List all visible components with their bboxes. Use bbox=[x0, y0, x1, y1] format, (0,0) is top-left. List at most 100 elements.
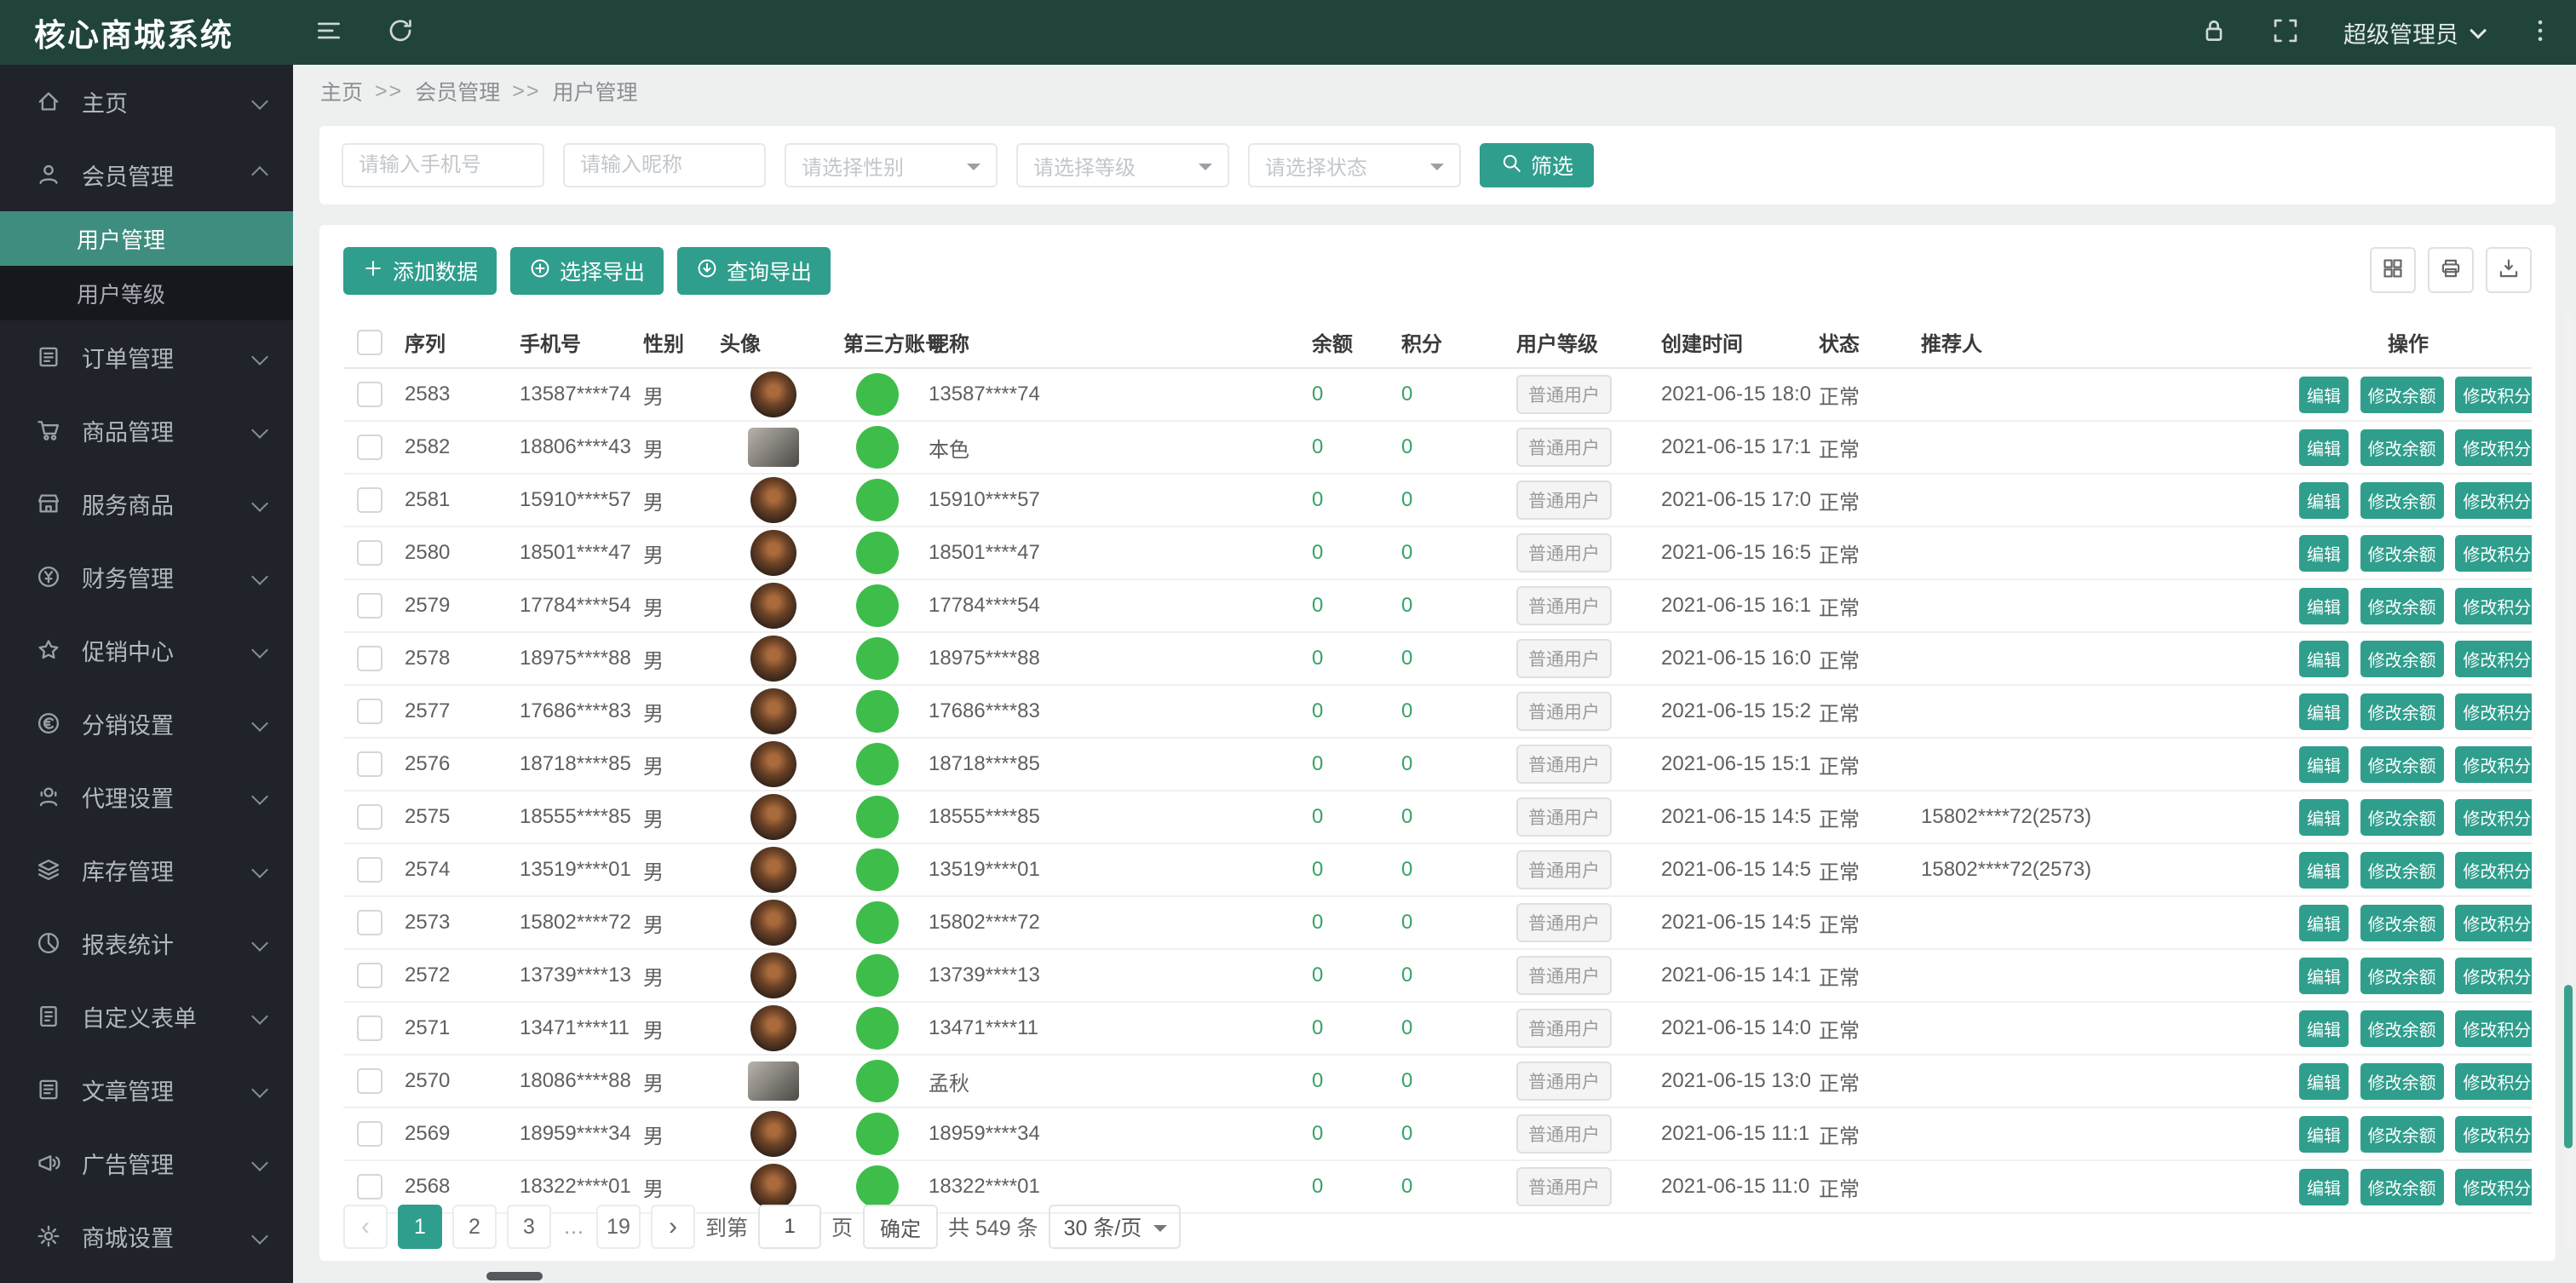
edit-balance-button[interactable]: 修改余额 bbox=[2360, 852, 2444, 889]
export-button[interactable] bbox=[2486, 247, 2532, 293]
row-checkbox[interactable] bbox=[357, 963, 382, 988]
edit-balance-button[interactable]: 修改余额 bbox=[2360, 958, 2444, 994]
more-button[interactable] bbox=[2504, 0, 2576, 65]
edit-points-button[interactable]: 修改积分 bbox=[2455, 1010, 2532, 1047]
edit-button[interactable]: 编辑 bbox=[2299, 1169, 2349, 1205]
sidebar-item-user-levels[interactable]: 用户等级 bbox=[0, 266, 293, 320]
admin-menu[interactable]: 超级管理员 bbox=[2321, 0, 2504, 65]
sidebar-item-finance[interactable]: 财务管理 bbox=[0, 540, 293, 613]
edit-points-button[interactable]: 修改积分 bbox=[2455, 958, 2532, 994]
edit-button[interactable]: 编辑 bbox=[2299, 377, 2349, 413]
sidebar-item-orders[interactable]: 订单管理 bbox=[0, 320, 293, 394]
page-button-2[interactable]: 2 bbox=[452, 1205, 497, 1249]
select-all-checkbox[interactable] bbox=[357, 330, 382, 355]
row-checkbox[interactable] bbox=[357, 382, 382, 407]
print-button[interactable] bbox=[2428, 247, 2474, 293]
edit-points-button[interactable]: 修改积分 bbox=[2455, 693, 2532, 730]
page-size-select[interactable]: 30 条/页 bbox=[1049, 1205, 1182, 1249]
vertical-scrollbar-thumb[interactable] bbox=[2564, 985, 2573, 1148]
row-checkbox[interactable] bbox=[357, 699, 382, 724]
status-select[interactable]: 请选择状态 bbox=[1248, 143, 1461, 187]
sidebar-item-custom-forms[interactable]: 自定义表单 bbox=[0, 980, 293, 1053]
row-checkbox[interactable] bbox=[357, 487, 382, 513]
sidebar-item-members[interactable]: 会员管理 bbox=[0, 138, 293, 211]
edit-points-button[interactable]: 修改积分 bbox=[2455, 641, 2532, 677]
edit-balance-button[interactable]: 修改余额 bbox=[2360, 1116, 2444, 1153]
edit-balance-button[interactable]: 修改余额 bbox=[2360, 1169, 2444, 1205]
edit-balance-button[interactable]: 修改余额 bbox=[2360, 799, 2444, 836]
sidebar-item-service-goods[interactable]: 服务商品 bbox=[0, 467, 293, 540]
edit-balance-button[interactable]: 修改余额 bbox=[2360, 588, 2444, 624]
edit-points-button[interactable]: 修改积分 bbox=[2455, 1169, 2532, 1205]
sidebar-item-inventory[interactable]: 库存管理 bbox=[0, 833, 293, 906]
row-checkbox[interactable] bbox=[357, 646, 382, 671]
edit-button[interactable]: 编辑 bbox=[2299, 535, 2349, 572]
breadcrumb-item-user-management[interactable]: 用户管理 bbox=[552, 76, 637, 106]
sidebar-item-home[interactable]: 主页 bbox=[0, 65, 293, 138]
page-button-1[interactable]: 1 bbox=[398, 1205, 442, 1249]
edit-button[interactable]: 编辑 bbox=[2299, 852, 2349, 889]
edit-button[interactable]: 编辑 bbox=[2299, 1063, 2349, 1100]
sidebar-item-mall-settings[interactable]: 商城设置 bbox=[0, 1200, 293, 1273]
row-checkbox[interactable] bbox=[357, 540, 382, 566]
edit-button[interactable]: 编辑 bbox=[2299, 693, 2349, 730]
edit-points-button[interactable]: 修改积分 bbox=[2455, 905, 2532, 941]
goto-confirm-button[interactable]: 确定 bbox=[863, 1205, 938, 1249]
sidebar-item-goods[interactable]: 商品管理 bbox=[0, 394, 293, 467]
edit-balance-button[interactable]: 修改余额 bbox=[2360, 746, 2444, 783]
edit-points-button[interactable]: 修改积分 bbox=[2455, 535, 2532, 572]
breadcrumb-item-members[interactable]: 会员管理 bbox=[415, 76, 500, 106]
breadcrumb-item-home[interactable]: 主页 bbox=[320, 76, 363, 106]
edit-points-button[interactable]: 修改积分 bbox=[2455, 482, 2532, 519]
menu-toggle-button[interactable] bbox=[293, 0, 365, 65]
edit-button[interactable]: 编辑 bbox=[2299, 1116, 2349, 1153]
add-data-button[interactable]: 添加数据 bbox=[343, 247, 497, 295]
sidebar-item-articles[interactable]: 文章管理 bbox=[0, 1053, 293, 1126]
edit-balance-button[interactable]: 修改余额 bbox=[2360, 535, 2444, 572]
horizontal-scrollbar-thumb[interactable] bbox=[486, 1272, 543, 1280]
edit-points-button[interactable]: 修改积分 bbox=[2455, 588, 2532, 624]
edit-points-button[interactable]: 修改积分 bbox=[2455, 377, 2532, 413]
prev-page-button[interactable]: ‹ bbox=[343, 1205, 388, 1249]
goto-page-input[interactable] bbox=[758, 1205, 821, 1249]
page-button-19[interactable]: 19 bbox=[596, 1205, 641, 1249]
row-checkbox[interactable] bbox=[357, 910, 382, 935]
row-checkbox[interactable] bbox=[357, 434, 382, 460]
filter-button[interactable]: 筛选 bbox=[1480, 143, 1594, 187]
row-checkbox[interactable] bbox=[357, 1174, 382, 1200]
edit-button[interactable]: 编辑 bbox=[2299, 641, 2349, 677]
sidebar-item-distribution[interactable]: 分销设置 bbox=[0, 687, 293, 760]
edit-balance-button[interactable]: 修改余额 bbox=[2360, 641, 2444, 677]
edit-button[interactable]: 编辑 bbox=[2299, 905, 2349, 941]
edit-button[interactable]: 编辑 bbox=[2299, 429, 2349, 466]
edit-balance-button[interactable]: 修改余额 bbox=[2360, 693, 2444, 730]
phone-input[interactable] bbox=[342, 143, 544, 187]
sidebar-item-ads[interactable]: 广告管理 bbox=[0, 1126, 293, 1200]
row-checkbox[interactable] bbox=[357, 857, 382, 883]
row-checkbox[interactable] bbox=[357, 593, 382, 618]
sidebar-item-promotions[interactable]: 促销中心 bbox=[0, 613, 293, 687]
sidebar-item-user-management[interactable]: 用户管理 bbox=[0, 211, 293, 266]
edit-points-button[interactable]: 修改积分 bbox=[2455, 1063, 2532, 1100]
fullscreen-button[interactable] bbox=[2250, 0, 2321, 65]
row-checkbox[interactable] bbox=[357, 1068, 382, 1094]
edit-button[interactable]: 编辑 bbox=[2299, 958, 2349, 994]
edit-points-button[interactable]: 修改积分 bbox=[2455, 852, 2532, 889]
edit-button[interactable]: 编辑 bbox=[2299, 746, 2349, 783]
gender-select[interactable]: 请选择性别 bbox=[785, 143, 998, 187]
edit-button[interactable]: 编辑 bbox=[2299, 1010, 2349, 1047]
edit-balance-button[interactable]: 修改余额 bbox=[2360, 377, 2444, 413]
row-checkbox[interactable] bbox=[357, 1121, 382, 1147]
lock-button[interactable] bbox=[2178, 0, 2250, 65]
edit-points-button[interactable]: 修改积分 bbox=[2455, 1116, 2532, 1153]
page-button-3[interactable]: 3 bbox=[507, 1205, 551, 1249]
edit-points-button[interactable]: 修改积分 bbox=[2455, 429, 2532, 466]
sidebar-item-agents[interactable]: 代理设置 bbox=[0, 760, 293, 833]
next-page-button[interactable]: › bbox=[651, 1205, 695, 1249]
nickname-input[interactable] bbox=[563, 143, 766, 187]
edit-balance-button[interactable]: 修改余额 bbox=[2360, 1010, 2444, 1047]
refresh-button[interactable] bbox=[365, 0, 436, 65]
edit-balance-button[interactable]: 修改余额 bbox=[2360, 482, 2444, 519]
row-checkbox[interactable] bbox=[357, 751, 382, 777]
row-checkbox[interactable] bbox=[357, 804, 382, 830]
